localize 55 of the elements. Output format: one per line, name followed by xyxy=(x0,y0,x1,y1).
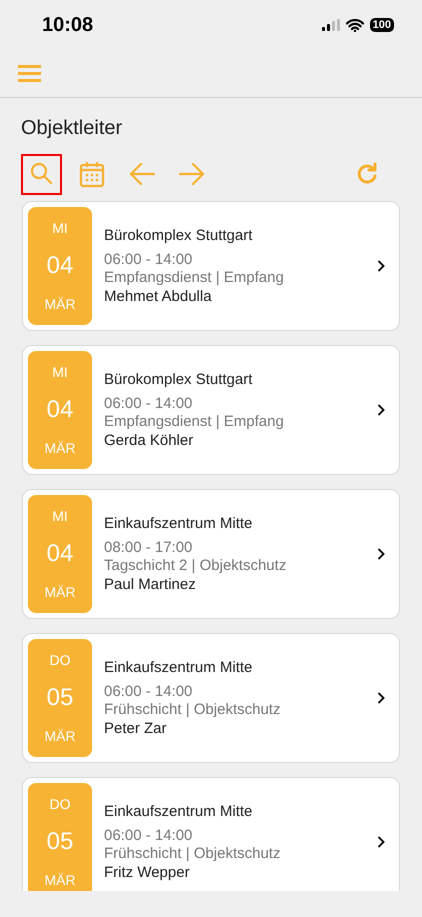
search-button[interactable] xyxy=(21,154,62,194)
day-number: 04 xyxy=(46,252,74,280)
weekday: MI xyxy=(52,363,68,381)
shift-card[interactable]: MI 04 MÄR Einkaufszentrum Mitte 08:00 - 17:00 Tagschicht 2 | Objektschutz Paul Martinez xyxy=(22,489,400,619)
signal-icon xyxy=(322,19,340,31)
shift-card[interactable]: DO 05 MÄR Einkaufszentrum Mitte 06:00 - 14:00 Frühschicht | Objektschutz Fritz Wepper xyxy=(22,777,400,891)
shift-time: 06:00 - 14:00 xyxy=(104,826,194,845)
weekday: DO xyxy=(50,651,70,669)
shift-role: Frühschicht | Objektschutz xyxy=(104,701,282,719)
site-name: Einkaufszentrum Mitte xyxy=(104,802,254,822)
chevron-icon xyxy=(377,260,385,272)
wifi-icon xyxy=(346,18,364,32)
calendar-icon xyxy=(78,160,106,188)
shift-card[interactable]: DO 05 MÄR Einkaufszentrum Mitte 06:00 - 14:00 Frühschicht | Objektschutz Peter Zar xyxy=(22,633,400,763)
month: MÄR xyxy=(44,583,76,601)
month: MÄR xyxy=(44,871,76,889)
site-name: Einkaufszentrum Mitte xyxy=(104,658,254,678)
chevron-icon xyxy=(377,548,385,560)
shift-role: Tagschicht 2 | Objektschutz xyxy=(104,557,288,575)
chevron-icon xyxy=(377,404,385,416)
shift-time: 06:00 - 14:00 xyxy=(104,250,194,269)
battery-level: 100 xyxy=(370,18,394,32)
day-number: 05 xyxy=(46,828,74,856)
shift-time: 06:00 - 14:00 xyxy=(104,394,194,413)
back-arrow-icon xyxy=(128,160,156,188)
chevron-icon xyxy=(377,692,385,704)
site-name: Einkaufszentrum Mitte xyxy=(104,514,254,534)
month: MÄR xyxy=(44,439,76,457)
month: MÄR xyxy=(44,727,76,745)
month: MÄR xyxy=(44,295,76,313)
forward-arrow-icon xyxy=(178,160,206,188)
shift-time: 08:00 - 17:00 xyxy=(104,538,194,557)
person-name: Peter Zar xyxy=(104,719,168,738)
menu-icon[interactable] xyxy=(18,65,41,82)
weekday: MI xyxy=(52,219,68,237)
site-name: Bürokomplex Stuttgart xyxy=(104,370,254,390)
person-name: Paul Martinez xyxy=(104,575,197,594)
shift-card[interactable]: MI 04 MÄR Bürokomplex Stuttgart 06:00 - 14:00 Empfangsdienst | Empfang Gerda Köhler xyxy=(22,345,400,475)
weekday: MI xyxy=(52,507,68,525)
chevron-icon xyxy=(377,836,385,848)
day-number: 05 xyxy=(46,684,74,712)
weekday: DO xyxy=(50,795,70,813)
day-number: 04 xyxy=(46,396,74,424)
shift-time: 06:00 - 14:00 xyxy=(104,682,194,701)
day-number: 04 xyxy=(46,540,74,568)
site-name: Bürokomplex Stuttgart xyxy=(104,226,254,246)
shift-role: Empfangsdienst | Empfang xyxy=(104,413,285,431)
shift-role: Empfangsdienst | Empfang xyxy=(104,269,285,287)
person-name: Fritz Wepper xyxy=(104,863,191,882)
shift-card[interactable]: MI 04 MÄR Bürokomplex Stuttgart 06:00 - 14:00 Empfangsdienst | Empfang Mehmet Abdulla xyxy=(22,201,400,331)
shift-role: Frühschicht | Objektschutz xyxy=(104,845,282,863)
person-name: Mehmet Abdulla xyxy=(104,287,213,306)
page-title: Objektleiter xyxy=(20,116,124,141)
status-time: 10:08 xyxy=(42,13,94,38)
person-name: Gerda Köhler xyxy=(104,431,194,450)
